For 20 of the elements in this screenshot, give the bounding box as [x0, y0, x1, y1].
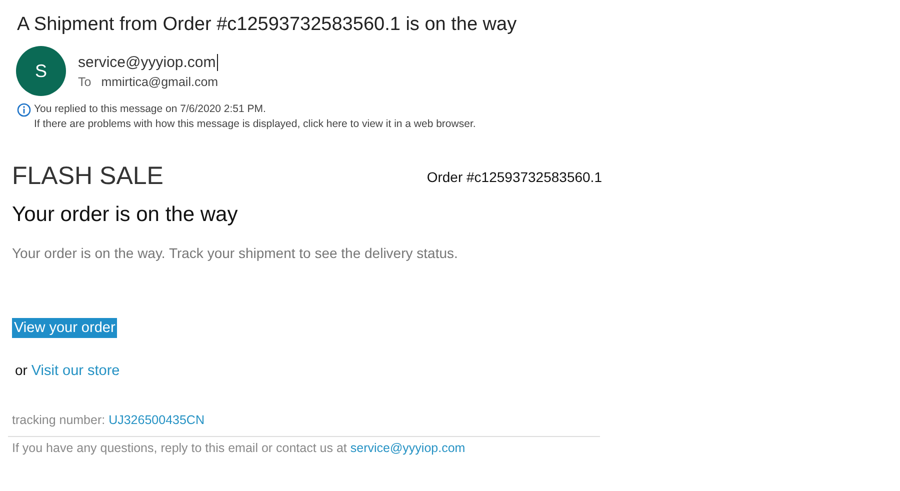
- info-text: If there are problems with how this message is displayed, click here to view it in a web browser.: [34, 117, 476, 132]
- store-link[interactable]: Visit our store: [31, 363, 120, 379]
- order-number: Order #c12593732583560.1: [426, 168, 602, 184]
- view-order-button[interactable]: View your order: [12, 318, 118, 338]
- sender-avatar: S: [16, 46, 66, 96]
- tracking-text: tracking number: UJ326500435CN: [12, 413, 206, 427]
- intro-text: Your order is on the way. Track your shipment to see the delivery status.: [12, 245, 459, 261]
- info-text: You replied to this message on 7/6/2020 2:51 PM.: [34, 102, 267, 117]
- sender-address: service@yyyiop.com: [78, 54, 216, 70]
- email-heading: Your order is on the way: [12, 203, 239, 227]
- brand-title: FLASH SALE: [12, 162, 164, 191]
- tracking-link[interactable]: UJ326500435CN: [108, 413, 204, 427]
- store-text: or Visit our store: [15, 362, 121, 379]
- email-link[interactable]: service@yyyiop.com: [350, 441, 466, 455]
- text-cursor: [216, 54, 218, 70]
- recipient-address: mmirtica@gmail.com: [101, 74, 218, 88]
- to-label: To: [78, 74, 92, 88]
- footer-text: If you have any questions, reply to this email or contact us at service@yyyiop.com: [12, 441, 466, 455]
- info-icon: [17, 103, 31, 117]
- message-subject: A Shipment from Order #c12593732583560.1 is on the way: [16, 14, 518, 36]
